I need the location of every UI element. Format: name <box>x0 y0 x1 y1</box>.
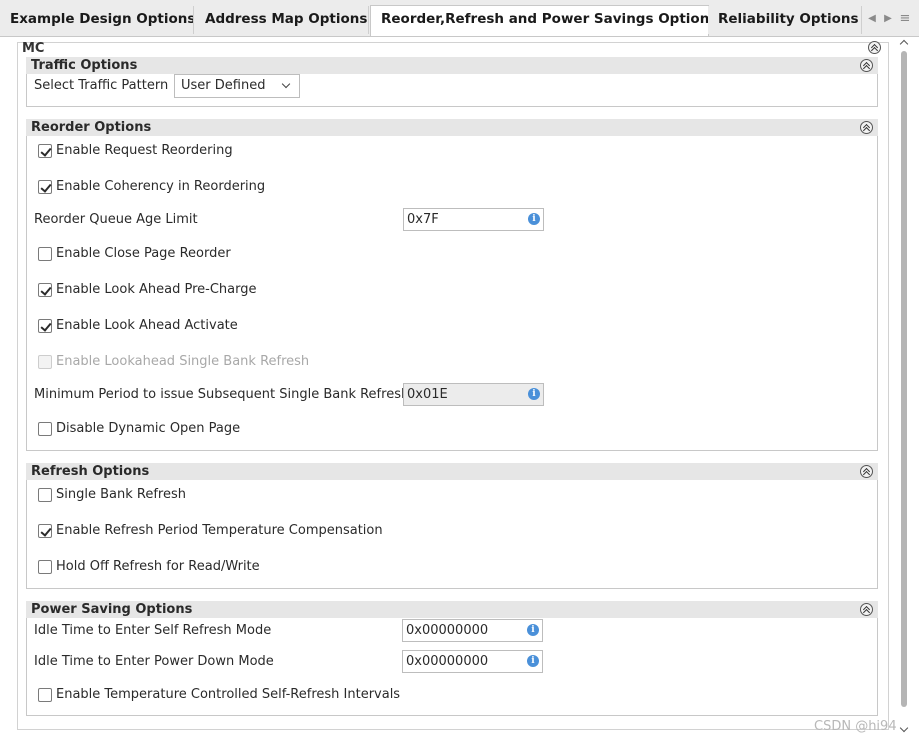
queue-age-label: Reorder Queue Age Limit <box>34 212 198 227</box>
traffic-collapse-icon[interactable] <box>860 59 873 72</box>
temp-self-refresh-checkbox[interactable] <box>38 688 52 702</box>
scroll-thumb[interactable] <box>901 51 907 707</box>
traffic-pattern-select[interactable]: User Defined <box>174 74 300 98</box>
disable-dynamic-checkbox[interactable] <box>38 422 52 436</box>
vertical-scrollbar[interactable] <box>898 37 910 737</box>
reorder-options-body: Enable Request Reordering Enable Coheren… <box>26 136 878 451</box>
refresh-options-header: Refresh Options <box>26 463 878 480</box>
tab-scroll-right-icon[interactable]: ▶ <box>881 10 895 28</box>
min-period-input: 0x01E i <box>403 383 544 406</box>
disable-dynamic-label: Disable Dynamic Open Page <box>56 421 241 436</box>
lookahead-precharge-checkbox[interactable] <box>38 283 52 297</box>
coherency-label: Enable Coherency in Reordering <box>56 179 266 194</box>
power-options-body: Idle Time to Enter Self Refresh Mode 0x0… <box>26 618 878 716</box>
self-refresh-idle-input[interactable]: 0x00000000 i <box>402 619 543 642</box>
lookahead-activate-label: Enable Look Ahead Activate <box>56 318 238 333</box>
hold-off-refresh-checkbox[interactable] <box>38 560 52 574</box>
power-down-idle-label: Idle Time to Enter Power Down Mode <box>34 654 274 669</box>
info-icon[interactable]: i <box>528 388 540 400</box>
queue-age-input[interactable]: 0x7F i <box>403 208 544 231</box>
lookahead-activate-checkbox[interactable] <box>38 319 52 333</box>
min-period-value: 0x01E <box>407 387 448 402</box>
request-reordering-label: Enable Request Reordering <box>56 143 233 158</box>
info-icon[interactable]: i <box>527 655 539 667</box>
self-refresh-idle-label: Idle Time to Enter Self Refresh Mode <box>34 623 272 638</box>
tab-reorder-refresh-power[interactable]: Reorder,Refresh and Power Savings Option… <box>370 5 709 36</box>
traffic-options-header: Traffic Options <box>26 57 878 74</box>
min-period-label: Minimum Period to issue Subsequent Singl… <box>34 387 410 402</box>
chevron-down-icon <box>281 79 291 89</box>
request-reordering-checkbox[interactable] <box>38 144 52 158</box>
close-page-checkbox[interactable] <box>38 247 52 261</box>
scroll-down-icon[interactable] <box>899 723 909 733</box>
hold-off-refresh-label: Hold Off Refresh for Read/Write <box>56 559 260 574</box>
scroll-up-icon[interactable] <box>899 39 909 49</box>
reorder-options-title: Reorder Options <box>31 120 152 135</box>
power-options-header: Power Saving Options <box>26 601 878 618</box>
power-options-title: Power Saving Options <box>31 602 193 617</box>
power-collapse-icon[interactable] <box>860 603 873 616</box>
lookahead-sbr-label: Enable Lookahead Single Bank Refresh <box>56 354 310 369</box>
traffic-options-body: Select Traffic Pattern User Defined <box>26 74 878 107</box>
lookahead-precharge-label: Enable Look Ahead Pre-Charge <box>56 282 257 297</box>
info-icon[interactable]: i <box>527 624 539 636</box>
tab-scroll-left-icon[interactable]: ◀ <box>865 10 879 28</box>
mc-group-title: MC <box>22 41 45 56</box>
traffic-pattern-label: Select Traffic Pattern <box>34 78 169 93</box>
tab-bar: Example Design Options Address Map Optio… <box>0 0 919 36</box>
tab-menu-icon[interactable]: ≡ <box>898 10 912 28</box>
temp-compensation-label: Enable Refresh Period Temperature Compen… <box>56 523 383 538</box>
mc-collapse-icon[interactable] <box>868 41 881 54</box>
temp-compensation-checkbox[interactable] <box>38 524 52 538</box>
temp-self-refresh-label: Enable Temperature Controlled Self-Refre… <box>56 687 401 702</box>
reorder-collapse-icon[interactable] <box>860 121 873 134</box>
refresh-options-title: Refresh Options <box>31 464 150 479</box>
traffic-pattern-value: User Defined <box>181 78 266 93</box>
coherency-checkbox[interactable] <box>38 180 52 194</box>
traffic-options-title: Traffic Options <box>31 58 138 73</box>
queue-age-value: 0x7F <box>407 212 439 227</box>
refresh-collapse-icon[interactable] <box>860 465 873 478</box>
self-refresh-idle-value: 0x00000000 <box>406 623 489 638</box>
reorder-options-header: Reorder Options <box>26 119 878 136</box>
single-bank-refresh-label: Single Bank Refresh <box>56 487 186 502</box>
info-icon[interactable]: i <box>528 213 540 225</box>
power-down-idle-value: 0x00000000 <box>406 654 489 669</box>
lookahead-sbr-checkbox <box>38 355 52 369</box>
watermark: CSDN @hi94 <box>814 719 897 734</box>
single-bank-refresh-checkbox[interactable] <box>38 488 52 502</box>
close-page-label: Enable Close Page Reorder <box>56 246 231 261</box>
tab-reliability-options[interactable]: Reliability Options <box>708 6 862 34</box>
options-panel: MC Traffic Options Select Traffic Patter… <box>0 36 919 744</box>
refresh-options-body: Single Bank Refresh Enable Refresh Perio… <box>26 480 878 589</box>
power-down-idle-input[interactable]: 0x00000000 i <box>402 650 543 673</box>
tab-example-design-options[interactable]: Example Design Options <box>0 6 194 34</box>
tab-address-map-options[interactable]: Address Map Options <box>195 6 369 34</box>
